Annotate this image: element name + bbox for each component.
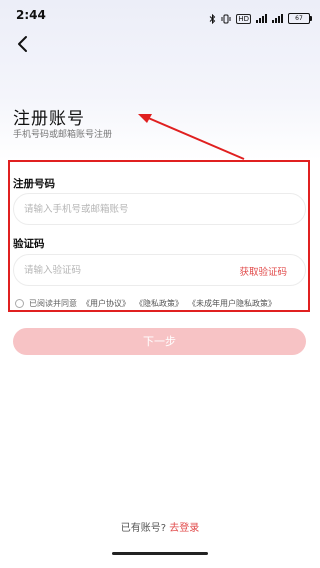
phone-input-container[interactable]: [13, 193, 306, 225]
login-prompt: 已有账号?: [120, 523, 167, 534]
bluetooth-icon: [209, 9, 216, 28]
page-title: 注册账号: [13, 109, 85, 129]
login-link[interactable]: 去登录: [169, 523, 199, 534]
minor-privacy-policy-link[interactable]: 《未成年用户隐私政策》: [188, 298, 276, 309]
hd-badge: HD: [236, 13, 251, 24]
agree-radio[interactable]: [15, 299, 24, 308]
phone-label: 注册号码: [13, 178, 55, 190]
agreement-prefix: 已阅读并同意: [29, 299, 77, 308]
page-subtitle: 手机号码或邮箱账号注册: [13, 130, 113, 140]
next-button[interactable]: 下一步: [13, 328, 306, 355]
get-code-button[interactable]: 获取验证码: [239, 264, 287, 278]
code-label: 验证码: [13, 238, 45, 250]
signal-icon: [256, 14, 267, 23]
phone-input[interactable]: [24, 194, 224, 224]
signal-2-icon: [272, 14, 283, 23]
login-row: 已有账号? 去登录: [0, 519, 320, 534]
status-bar: 2:44 HD 67: [0, 0, 320, 30]
agreement-row: 已阅读并同意 《用户协议》 《隐私政策》 《未成年用户隐私政策》: [15, 298, 276, 309]
back-button[interactable]: [12, 32, 36, 56]
code-input-container[interactable]: 获取验证码: [13, 254, 306, 286]
battery-icon: 67: [288, 13, 312, 24]
vibrate-icon: [221, 9, 231, 28]
privacy-policy-link[interactable]: 《隐私政策》: [135, 298, 183, 309]
home-indicator: [112, 552, 208, 555]
status-time: 2:44: [16, 8, 46, 22]
user-agreement-link[interactable]: 《用户协议》: [82, 298, 130, 309]
code-input[interactable]: [24, 255, 224, 285]
chevron-left-icon: [18, 36, 27, 52]
status-icons: HD 67: [209, 9, 312, 28]
